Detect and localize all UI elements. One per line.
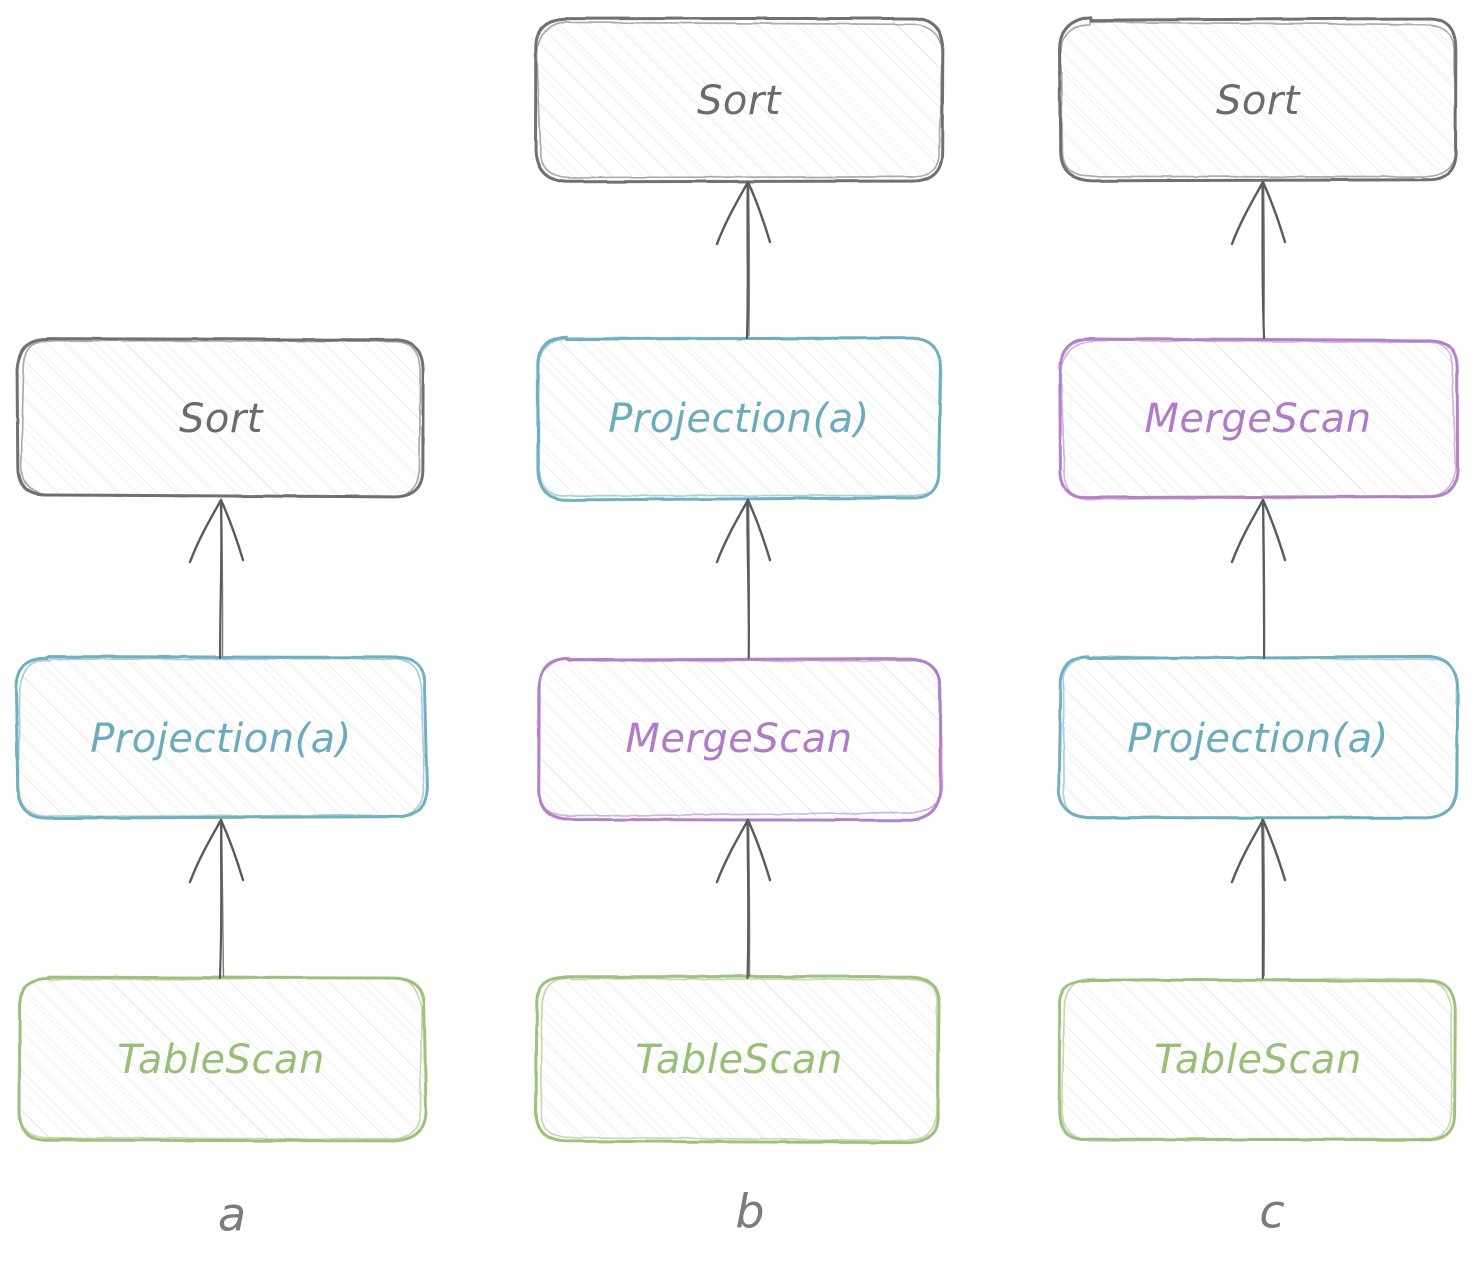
plan-edge-c-e3 (1230, 818, 1287, 980)
plan-node-label-b-tablescan: TableScan (635, 1037, 843, 1083)
plan-node-a-sort[interactable]: Sort (15, 336, 425, 500)
edge-shaft-secondary (747, 182, 751, 337)
plan-node-label-b-sort: Sort (697, 78, 782, 124)
edge-arrowhead-left (715, 818, 750, 884)
plan-node-c-tablescan[interactable]: TableScan (1057, 978, 1457, 1142)
plan-node-label-b-projection: Projection(a) (608, 396, 870, 442)
plan-node-a-tablescan[interactable]: TableScan (17, 975, 428, 1143)
plan-edge-b-e2 (715, 498, 772, 660)
edge-shaft-secondary (220, 820, 225, 977)
diagram-canvas: Sort Projection(a) TableScan Sort Projection… (14, 15, 1460, 1242)
captions-layer: a b c (218, 1185, 1285, 1242)
edge-arrowhead-right (1261, 498, 1287, 562)
edge-shaft (1261, 818, 1264, 980)
plan-edge-b-e3 (715, 818, 772, 980)
edge-arrowhead-left (715, 180, 750, 246)
plan-node-label-a-projection: Projection(a) (90, 716, 352, 762)
edge-shaft-secondary (747, 500, 751, 657)
edge-arrowhead-left (1230, 498, 1265, 564)
plan-node-c-sort[interactable]: Sort (1058, 15, 1458, 183)
edge-arrowhead-right (746, 180, 772, 244)
plan-column-b: Sort Projection(a) MergeScan TableScan (534, 16, 945, 1145)
edge-shaft (745, 180, 749, 340)
edge-arrowhead-right (1261, 180, 1287, 244)
plan-node-b-tablescan[interactable]: TableScan (534, 975, 942, 1145)
edge-shaft-secondary (1262, 182, 1266, 337)
plan-edge-c-e2 (1230, 498, 1287, 660)
plan-node-label-c-sort: Sort (1216, 78, 1301, 124)
plan-node-c-projection[interactable]: Projection(a) (1057, 654, 1460, 820)
plan-node-a-projection[interactable]: Projection(a) (14, 655, 429, 820)
edge-shaft (218, 818, 223, 980)
plan-edge-b-e1 (715, 180, 772, 340)
plan-node-label-c-projection: Projection(a) (1127, 716, 1389, 762)
edge-arrowhead-right (219, 818, 245, 882)
plan-edge-a-e1 (188, 498, 245, 660)
plan-node-b-sort[interactable]: Sort (534, 16, 945, 184)
plan-column-a: Sort Projection(a) TableScan (14, 336, 429, 1143)
plan-node-b-mergescan[interactable]: MergeScan (536, 657, 943, 822)
plan-node-b-projection[interactable]: Projection(a) (536, 335, 943, 502)
plan-node-label-c-tablescan: TableScan (1154, 1037, 1362, 1083)
edge-arrowhead-left (188, 818, 223, 884)
column-caption-b: b (735, 1185, 764, 1239)
plan-node-label-c-mergescan: MergeScan (1144, 396, 1371, 442)
plan-node-label-a-sort: Sort (179, 396, 264, 442)
plan-node-c-mergescan[interactable]: MergeScan (1058, 336, 1460, 501)
plan-node-label-a-tablescan: TableScan (117, 1037, 325, 1083)
edge-arrowhead-right (1261, 818, 1287, 882)
edge-shaft-secondary (1262, 820, 1266, 977)
column-caption-c: c (1259, 1185, 1284, 1239)
edge-arrowhead-right (219, 498, 245, 562)
plan-node-label-b-mergescan: MergeScan (625, 716, 852, 762)
edge-arrowhead-left (1230, 818, 1265, 884)
edge-arrowhead-left (1230, 180, 1265, 246)
edge-arrowhead-right (746, 498, 772, 562)
edge-arrowhead-left (715, 498, 750, 564)
nodes-layer: Sort Projection(a) TableScan Sort Projection… (14, 15, 1460, 1145)
edge-shaft-secondary (220, 500, 224, 657)
query-plan-diagram: Sort Projection(a) TableScan Sort Projection… (0, 0, 1480, 1270)
column-caption-a: a (218, 1188, 246, 1242)
plan-edge-a-e2 (188, 818, 245, 980)
plan-edge-c-e1 (1230, 180, 1287, 340)
edge-arrowhead-right (746, 818, 772, 882)
edges-layer (188, 180, 1287, 980)
edge-arrowhead-left (188, 498, 223, 564)
plan-column-c: Sort MergeScan Projection(a) TableScan (1057, 15, 1460, 1142)
